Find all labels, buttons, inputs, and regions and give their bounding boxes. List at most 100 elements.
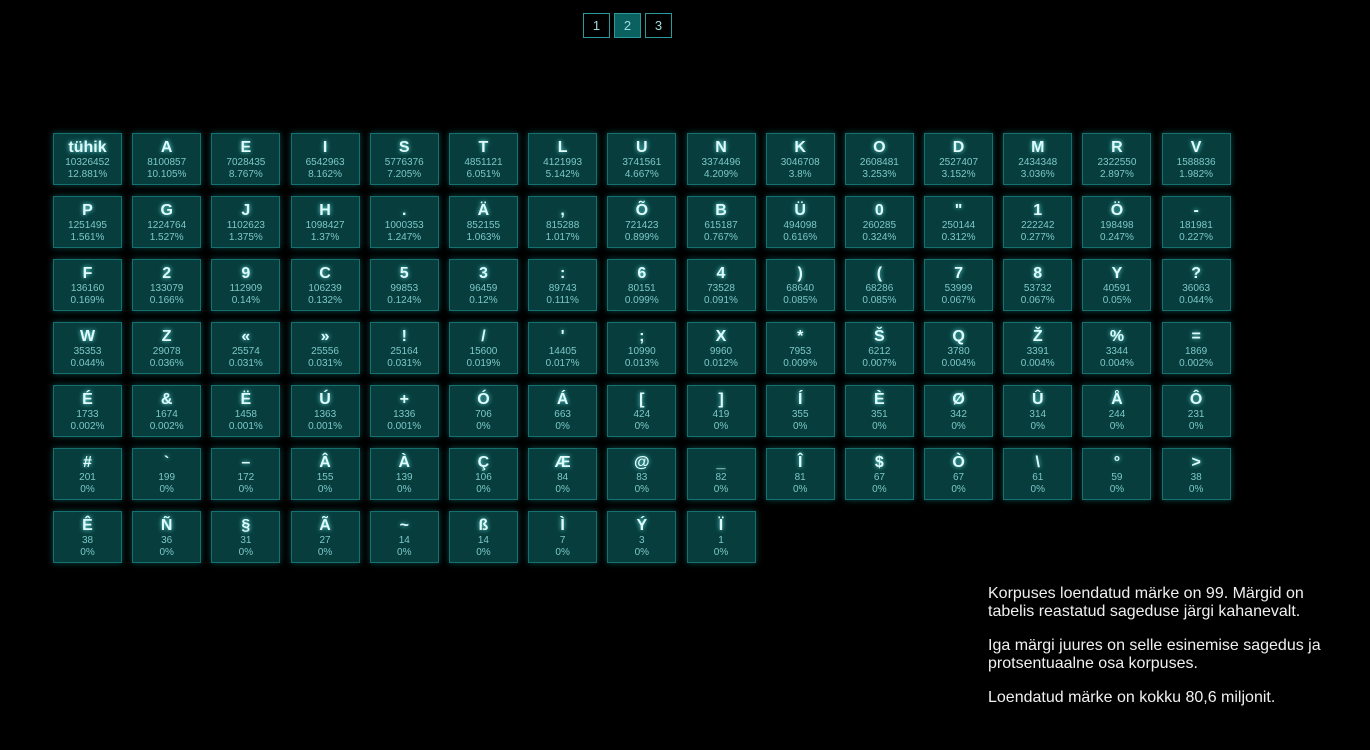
char-percentage: 0.247%	[1099, 232, 1134, 243]
char-percentage: 0%	[80, 547, 95, 558]
char-count: 342	[950, 409, 967, 420]
char-count: 1363	[313, 409, 337, 420]
char-cell: T 4851121 6.051%	[448, 133, 518, 185]
char-percentage: 3.8%	[788, 169, 812, 180]
char-count: 59	[1111, 472, 1123, 483]
char-symbol: Ê	[82, 517, 93, 534]
char-count: 494098	[783, 220, 817, 231]
page-button-2[interactable]: 2	[614, 13, 641, 38]
char-count: 3391	[1026, 346, 1049, 357]
char-count: 15600	[469, 346, 498, 357]
char-cell: _ 82 0%	[686, 448, 756, 500]
char-cell: Â 155 0%	[290, 448, 360, 500]
char-percentage: 0%	[634, 484, 650, 495]
char-symbol: 7	[954, 265, 964, 282]
char-cell: tühik 10326452 12.881%	[53, 133, 122, 185]
char-cell: Ó 706 0%	[448, 385, 518, 437]
char-symbol: (	[876, 265, 883, 282]
char-symbol: 1	[1033, 202, 1043, 219]
char-symbol: .	[402, 202, 407, 219]
char-symbol: V	[1190, 139, 1202, 156]
char-count: 1224764	[147, 220, 187, 231]
char-cell: ß 14 0%	[448, 511, 518, 563]
char-symbol: J	[241, 202, 251, 219]
char-cell: Á 663 0%	[528, 385, 598, 437]
char-count: 3741561	[622, 157, 662, 168]
char-percentage: 0.001%	[387, 421, 422, 432]
char-cell: Š 6212 0.007%	[844, 322, 914, 374]
char-symbol: È	[874, 391, 885, 408]
char-percentage: 0%	[317, 484, 333, 495]
char-cell: [424 0%	[607, 385, 677, 437]
char-count: 25164	[390, 346, 419, 357]
char-count: 14	[398, 535, 410, 546]
char-count: 721423	[625, 220, 659, 231]
char-count: 419	[712, 409, 730, 420]
char-symbol: ]	[718, 391, 724, 408]
char-count: 355	[791, 409, 809, 420]
character-frequency-grid: tühik 10326452 12.881% A 8100857 10.105% E 7028…	[53, 133, 1238, 563]
char-count: 96459	[469, 283, 498, 294]
char-percentage: 0%	[1188, 484, 1204, 495]
char-percentage: 3.036%	[1020, 169, 1055, 180]
char-count: 198498	[1100, 220, 1134, 231]
char-symbol: Ô	[1189, 391, 1203, 408]
char-cell: 7 53999 0.067%	[924, 259, 994, 311]
char-symbol: >	[1191, 454, 1201, 471]
char-percentage: 0%	[713, 547, 729, 558]
char-symbol: C	[319, 265, 331, 282]
char-count: 7953	[789, 346, 812, 357]
char-symbol: L	[557, 139, 568, 156]
char-cell: –172 0%	[211, 448, 281, 500]
char-cell: Õ 721423 0.899%	[607, 196, 677, 248]
char-percentage: 0.12%	[469, 295, 498, 306]
char-cell: À 139 0%	[369, 448, 439, 500]
char-cell: \ 61 0%	[1003, 448, 1073, 500]
char-symbol: «	[241, 328, 251, 345]
char-percentage: 0%	[397, 484, 412, 495]
char-percentage: 0%	[476, 421, 491, 432]
char-count: 351	[871, 409, 888, 420]
char-cell: O 2608481 3.253%	[844, 133, 914, 185]
char-count: 61	[1032, 472, 1044, 483]
char-symbol: "	[954, 202, 963, 219]
char-count: 68640	[786, 283, 815, 294]
char-count: 73528	[707, 283, 735, 294]
char-count: 2608481	[859, 157, 899, 168]
char-count: 67	[953, 472, 965, 483]
char-percentage: 4.209%	[704, 169, 738, 180]
char-symbol: 5	[399, 265, 409, 282]
char-count: 8100857	[147, 157, 187, 168]
char-count: 7028435	[226, 157, 266, 168]
char-percentage: 0.002%	[149, 421, 184, 432]
char-count: 81	[794, 472, 806, 483]
char-symbol: [	[639, 391, 645, 408]
char-percentage: 0.132%	[308, 295, 343, 306]
char-percentage: 0.007%	[862, 358, 897, 369]
char-percentage: 0%	[238, 547, 254, 558]
char-cell: É 1733 0.002%	[53, 385, 122, 437]
char-cell: W 35353 0.044%	[53, 322, 122, 374]
char-symbol: D	[952, 139, 965, 156]
char-cell: L 4121993 5.142%	[528, 133, 598, 185]
char-count: 25574	[231, 346, 260, 357]
char-symbol: H	[319, 202, 331, 219]
char-symbol: Õ	[635, 202, 649, 219]
char-symbol: Ë	[240, 391, 252, 408]
char-count: 314	[1029, 409, 1047, 420]
char-count: 6212	[868, 346, 891, 357]
char-cell: Z 29078 0.036%	[132, 322, 202, 374]
char-cell: -181981 0.227%	[1161, 196, 1231, 248]
char-count: 201	[79, 472, 96, 483]
page-button-3[interactable]: 3	[645, 13, 672, 38]
char-percentage: 1.527%	[149, 232, 184, 243]
char-cell: ? 36063 0.044%	[1161, 259, 1231, 311]
char-count: 1102623	[226, 220, 265, 231]
page-button-1[interactable]: 1	[583, 13, 610, 38]
char-count: 83	[636, 472, 648, 483]
char-count: 1458	[234, 409, 257, 420]
char-cell: 8 53732 0.067%	[1003, 259, 1073, 311]
char-cell: . 1000353 1.247%	[369, 196, 439, 248]
char-percentage: 1.561%	[70, 232, 105, 243]
char-percentage: 0.767%	[704, 232, 738, 243]
